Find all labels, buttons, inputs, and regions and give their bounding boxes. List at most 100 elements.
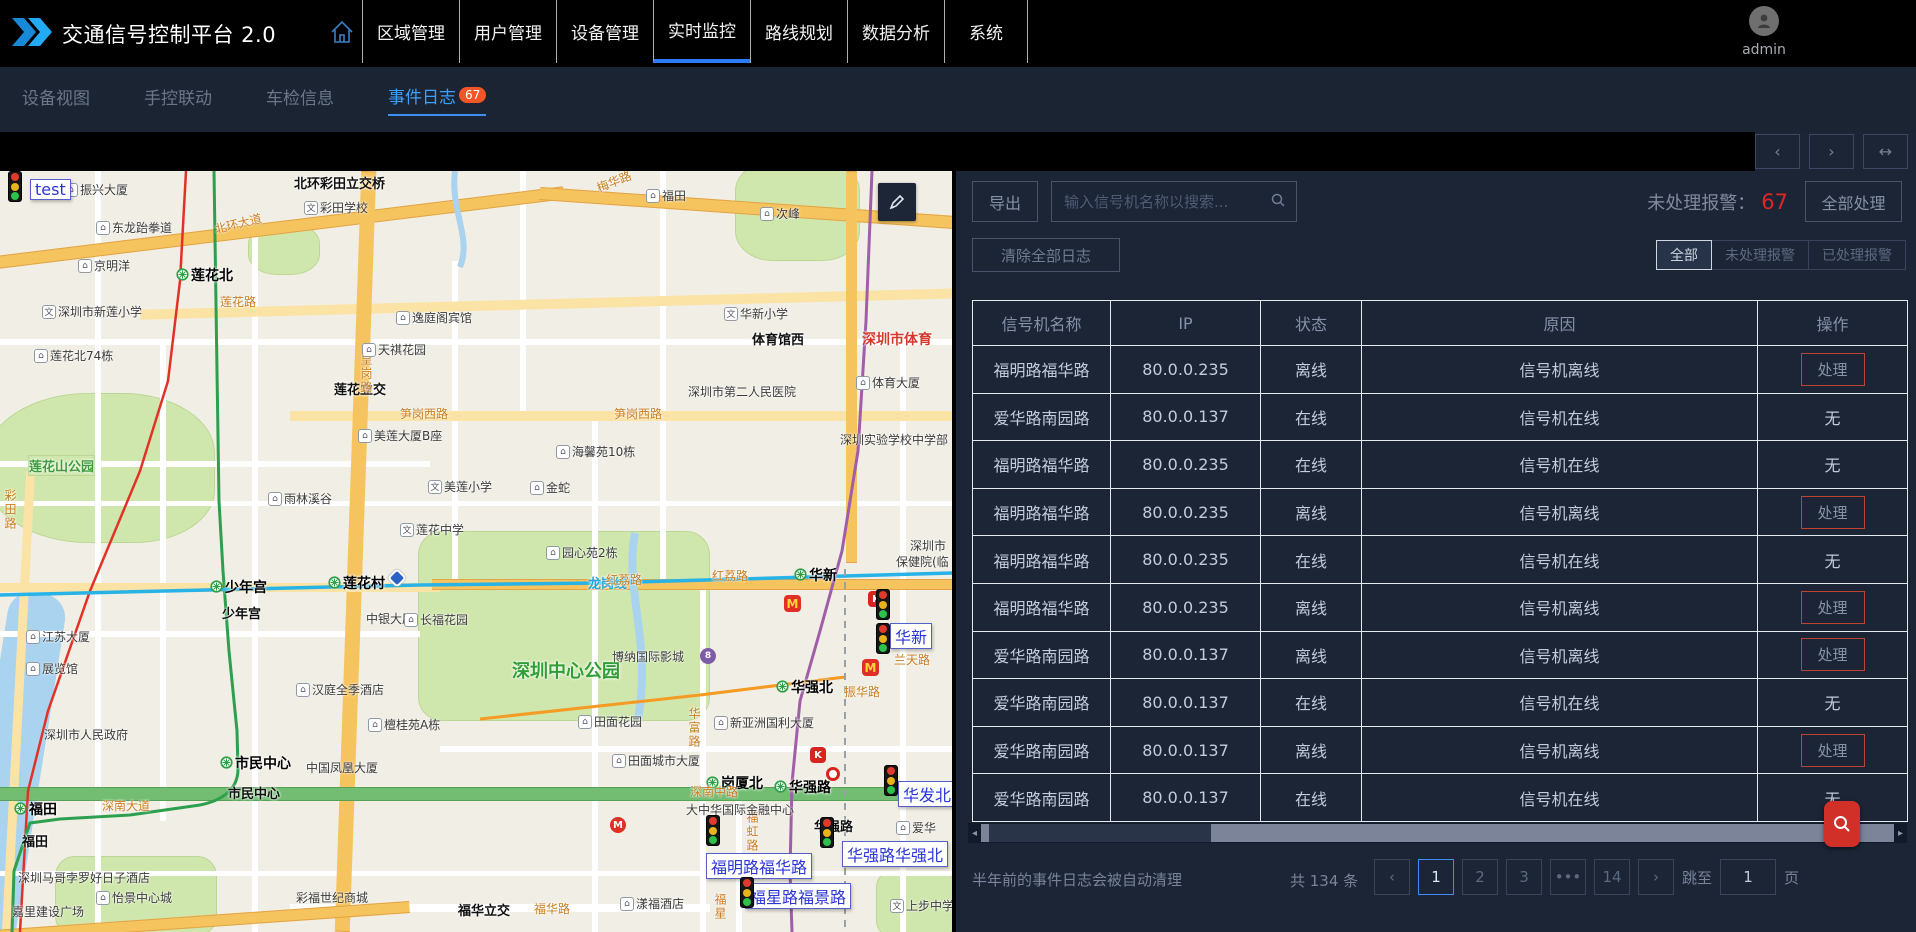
signal-label-华强路华强北[interactable]: 华强路华强北 xyxy=(842,841,948,867)
metro-station-icon xyxy=(776,678,789,697)
traffic-light-icon[interactable] xyxy=(884,765,898,796)
building-icon: ⌂ xyxy=(396,311,410,325)
collapse-left-button[interactable]: ‹ xyxy=(1755,134,1800,169)
map-edit-button[interactable] xyxy=(878,183,916,221)
poi-text: 田面花园 xyxy=(594,713,642,730)
magnifier-fab-button[interactable] xyxy=(1824,801,1860,847)
nav-item-4[interactable]: 实时监控 xyxy=(653,0,750,63)
building-icon: ⌂ xyxy=(612,754,626,768)
search-box[interactable] xyxy=(1051,181,1297,222)
clear-all-logs-button[interactable]: 清除全部日志 xyxy=(972,238,1120,272)
search-input[interactable] xyxy=(1062,192,1270,212)
pagination: ‹123•••14› xyxy=(1374,859,1674,895)
tab-label: 事件日志 xyxy=(388,88,456,108)
traffic-light-icon[interactable] xyxy=(8,171,22,202)
filter-3[interactable]: 已处理报警 xyxy=(1808,240,1906,270)
traffic-light-icon[interactable] xyxy=(706,815,720,846)
poi-text: 次峰 xyxy=(776,205,800,222)
signal-label-华发北[interactable]: 华发北 xyxy=(898,781,952,807)
signal-label-福明路福华路[interactable]: 福明路福华路 xyxy=(706,853,812,879)
nav-item-7[interactable]: 系统 xyxy=(944,0,1028,63)
expand-button[interactable]: ↔ xyxy=(1863,134,1908,169)
station-name: 华强路 xyxy=(789,777,831,797)
poi-text: 大中华国际金融中心 xyxy=(686,801,794,818)
table-cell: 离线 xyxy=(1261,488,1362,536)
filter-2[interactable]: 未处理报警 xyxy=(1711,240,1809,270)
next-page-button[interactable]: › xyxy=(1638,859,1674,895)
jump-page-input[interactable] xyxy=(1720,859,1776,895)
event-log-panel: 导出 未处理报警： 67 全部处理 清除全部日志 全部未处理报警已处理报警 信号… xyxy=(956,171,1916,932)
filter-1[interactable]: 全部 xyxy=(1656,240,1712,270)
scroll-right-icon[interactable]: ▸ xyxy=(1894,823,1907,843)
poi-label: ⌂天祺花园 xyxy=(362,341,426,358)
handle-button[interactable]: 处理 xyxy=(1801,591,1865,624)
poi-text: 逸庭阁宾馆 xyxy=(412,309,472,326)
avatar xyxy=(1749,6,1779,36)
scrollbar-thumb[interactable] xyxy=(989,824,1211,842)
map-canvas[interactable]: 龙岗线 莲花北少年宫莲花村华新华强北市民中心岗厦北华强路福田少年宫市民中心福田体… xyxy=(0,171,952,932)
handle-button[interactable]: 处理 xyxy=(1801,638,1865,671)
metro-station-icon xyxy=(14,800,27,819)
signal-label-test[interactable]: test xyxy=(30,179,71,200)
page-jump: 跳至 页 xyxy=(1682,859,1799,895)
road-label: 华富路 xyxy=(686,707,703,749)
table-cell: 80.0.0.137 xyxy=(1111,774,1261,822)
road-label: 笋岗西路 xyxy=(400,405,448,422)
tab-4[interactable]: 事件日志67 xyxy=(388,83,486,116)
page-button-3[interactable]: 3 xyxy=(1506,859,1542,895)
unhandled-alarm-label: 未处理报警： xyxy=(1647,189,1755,215)
building-icon: ⌂ xyxy=(556,445,570,459)
page-button-1[interactable]: 1 xyxy=(1418,859,1454,895)
page-button-2[interactable]: 2 xyxy=(1462,859,1498,895)
logo-icon xyxy=(10,18,62,50)
poi-text: 彩田学校 xyxy=(320,199,368,216)
table-cell: 80.0.0.137 xyxy=(1111,679,1261,727)
export-button[interactable]: 导出 xyxy=(972,181,1038,222)
table-row: 爱华路南园路80.0.0.137在线信号机在线无 xyxy=(973,679,1908,727)
search-icon[interactable] xyxy=(1270,192,1286,212)
home-icon[interactable] xyxy=(322,0,362,63)
metro-station-莲花村: 莲花村 xyxy=(328,573,385,593)
poi-text: 江苏大厦 xyxy=(42,628,90,645)
cinema-icon: 8 xyxy=(700,648,716,664)
user-menu[interactable]: admin xyxy=(1734,4,1794,58)
poi-text: 深圳实验学校中学部 xyxy=(840,431,948,448)
handle-button[interactable]: 处理 xyxy=(1801,353,1865,386)
unhandled-alarm-count: 67 xyxy=(1761,190,1788,214)
traffic-light-icon[interactable] xyxy=(876,589,890,620)
prev-page-button[interactable]: ‹ xyxy=(1374,859,1410,895)
handle-button[interactable]: 处理 xyxy=(1801,496,1865,529)
scrollbar-track[interactable] xyxy=(981,824,1894,842)
table-row: 爱华路南园路80.0.0.137在线信号机在线无 xyxy=(973,774,1908,822)
nav-item-6[interactable]: 数据分析 xyxy=(847,0,944,63)
traffic-light-icon[interactable] xyxy=(820,817,834,848)
nav-item-1[interactable]: 区域管理 xyxy=(362,0,459,63)
more-pages-button[interactable]: ••• xyxy=(1550,859,1586,895)
road-label: 彩田路 xyxy=(2,489,19,531)
building-icon: ⌂ xyxy=(530,481,544,495)
nav-item-3[interactable]: 设备管理 xyxy=(556,0,653,63)
tab-2[interactable]: 手控联动 xyxy=(144,84,212,115)
alarm-filter-group: 全部未处理报警已处理报警 xyxy=(1657,240,1906,270)
school-icon: 文 xyxy=(42,305,56,319)
poi-label: ⌂雨林溪谷 xyxy=(268,490,332,507)
poi-label: ⌂新亚洲国利大厦 xyxy=(714,714,814,731)
nav-item-5[interactable]: 路线规划 xyxy=(750,0,847,63)
collapse-right-button[interactable]: › xyxy=(1809,134,1854,169)
tab-1[interactable]: 设备视图 xyxy=(22,84,90,115)
mcdonalds-icon: M xyxy=(862,659,879,676)
traffic-light-icon[interactable] xyxy=(876,623,890,654)
handle-button[interactable]: 处理 xyxy=(1801,734,1865,767)
horizontal-scrollbar[interactable]: ◂ ▸ xyxy=(968,823,1907,843)
scroll-left-icon[interactable]: ◂ xyxy=(968,823,981,843)
page-button-14[interactable]: 14 xyxy=(1594,859,1630,895)
tab-3[interactable]: 车检信息 xyxy=(266,84,334,115)
handle-all-button[interactable]: 全部处理 xyxy=(1805,181,1902,222)
content-area: 龙岗线 莲花北少年宫莲花村华新华强北市民中心岗厦北华强路福田少年宫市民中心福田体… xyxy=(0,171,1916,932)
station-name: 莲花村 xyxy=(343,573,385,593)
toolbar-strip: ‹ › ↔ xyxy=(0,132,1916,171)
signal-label-华新[interactable]: 华新 xyxy=(890,623,932,649)
nav-item-2[interactable]: 用户管理 xyxy=(459,0,556,63)
traffic-light-icon[interactable] xyxy=(740,877,754,908)
signal-label-福星路福景路[interactable]: 福星路福景路 xyxy=(745,883,851,909)
